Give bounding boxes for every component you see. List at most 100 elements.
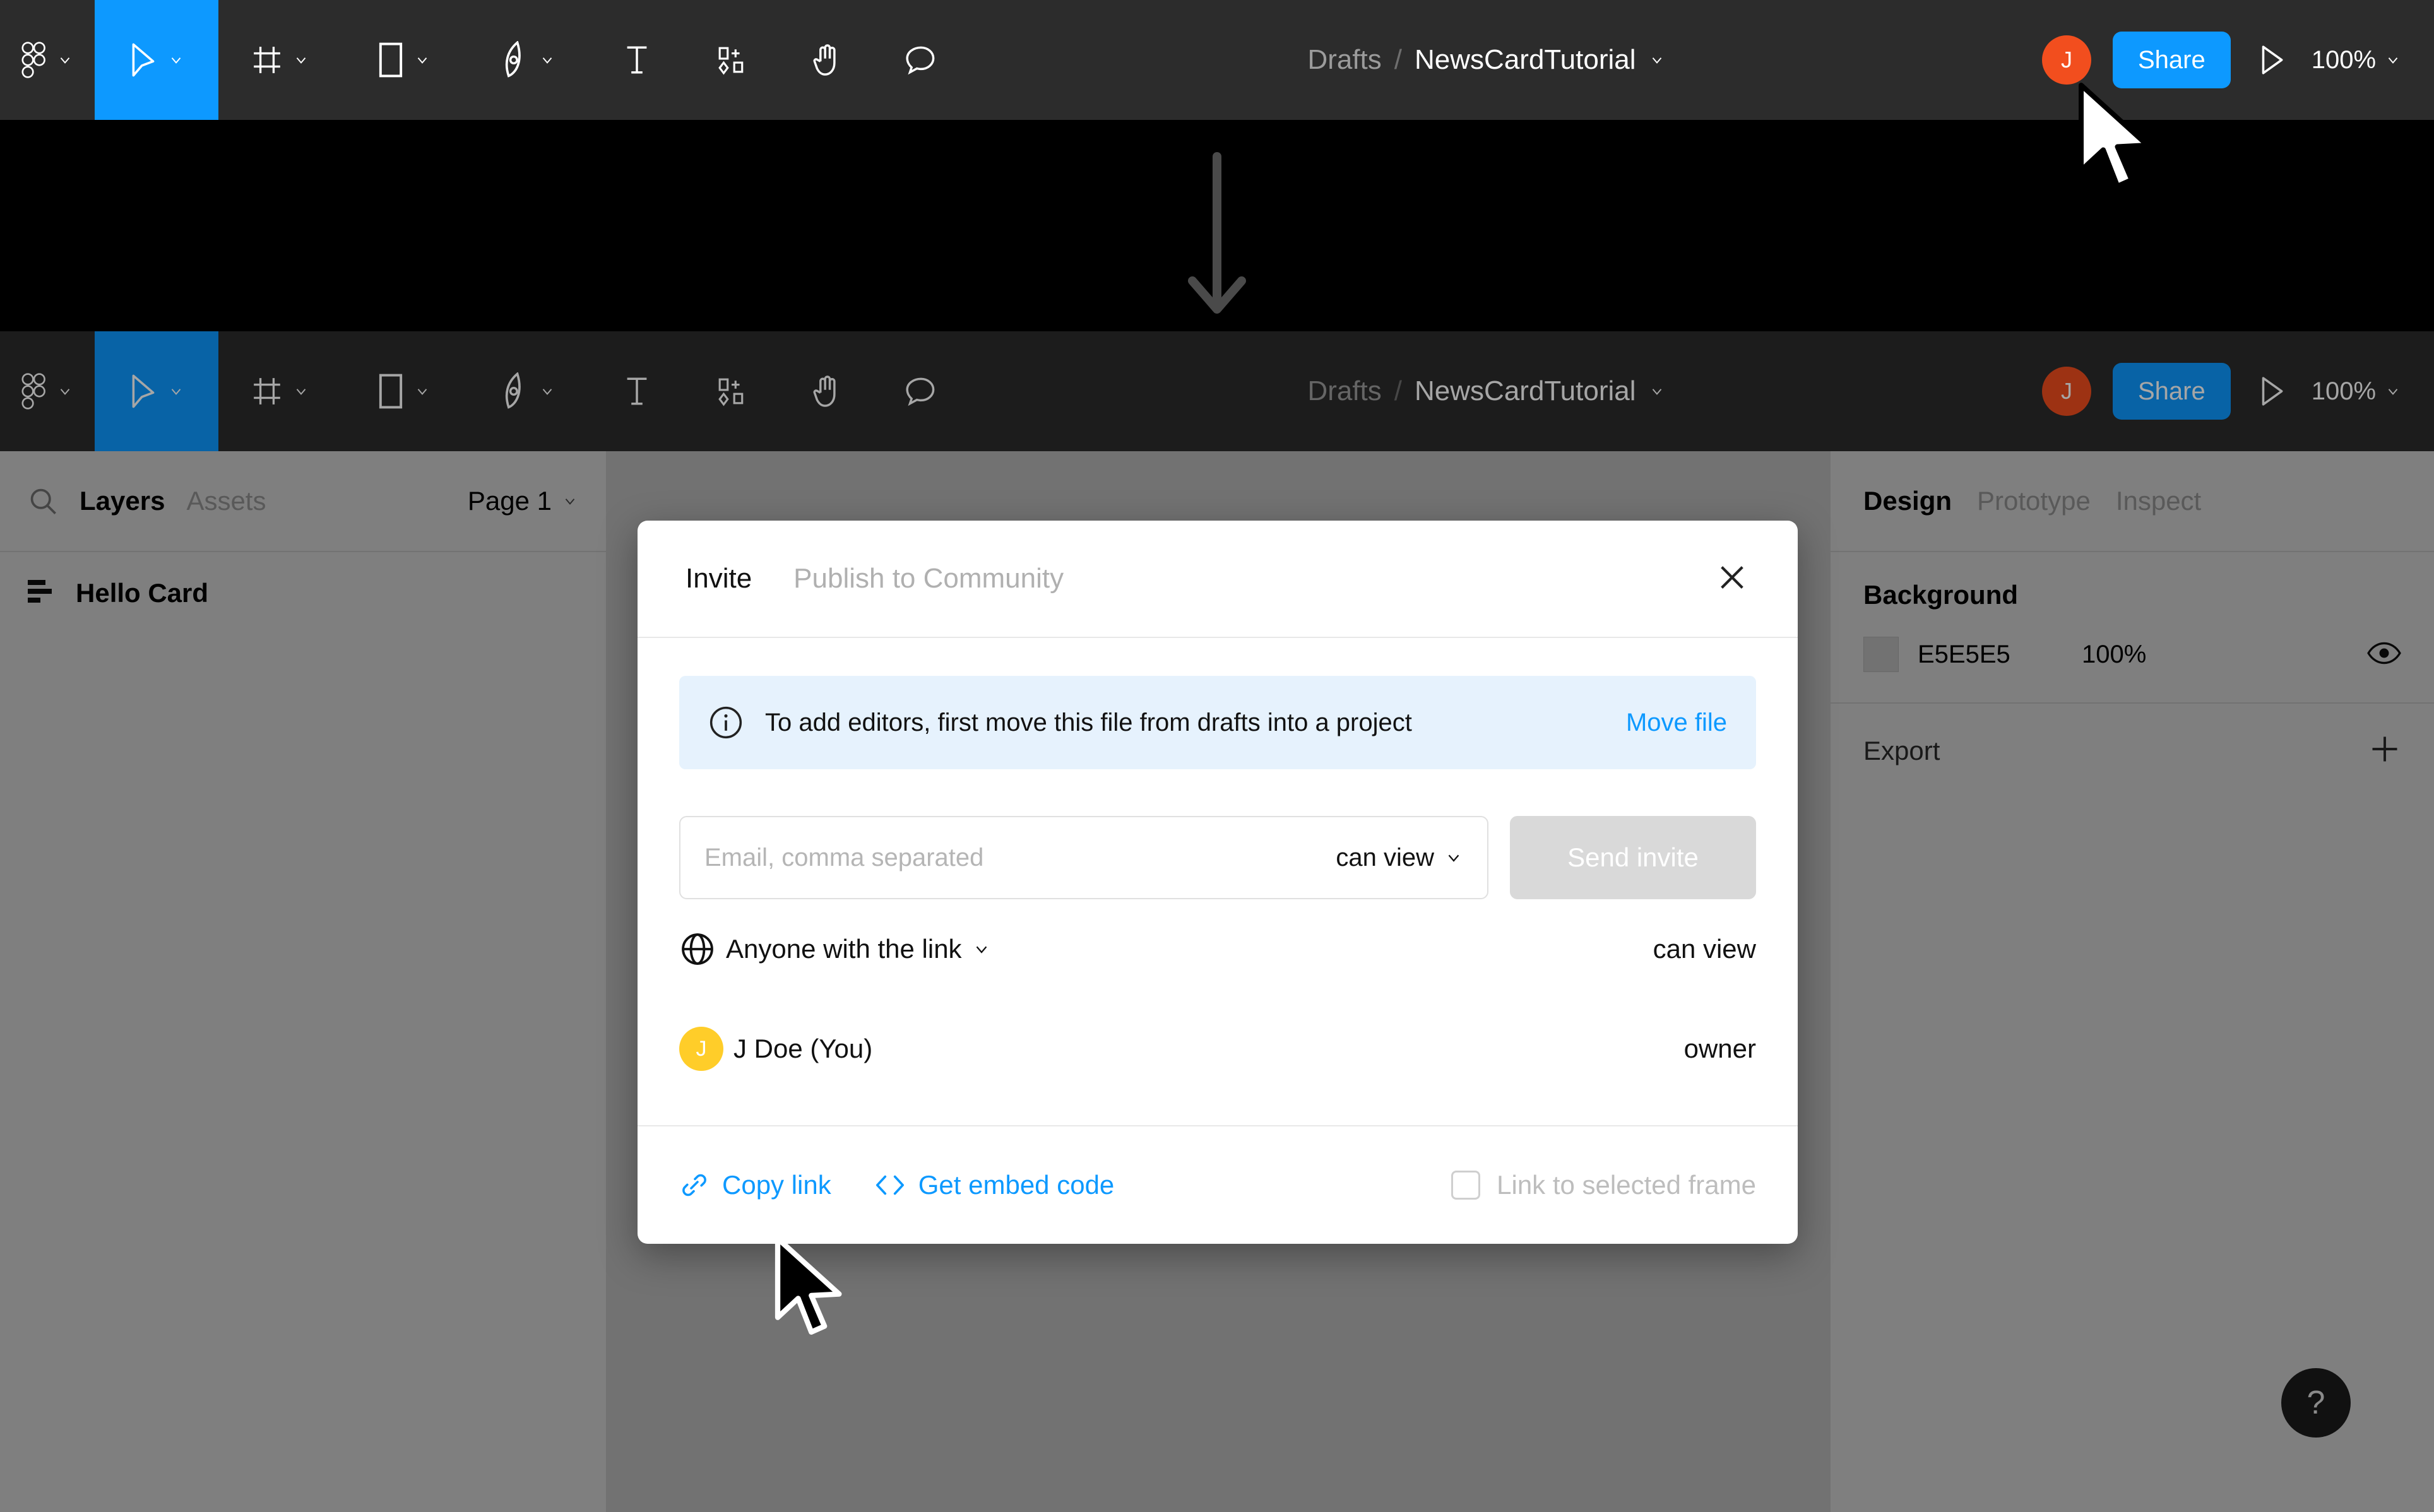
pen-tool-icon [505, 372, 521, 409]
avatar[interactable]: J [2041, 367, 2091, 416]
owner-name: J Doe (You) [733, 1034, 873, 1063]
shape-tool-icon [379, 374, 403, 409]
hand-tool-icon [813, 44, 836, 76]
link-to-selected-frame-checkbox-group[interactable]: Link to selected frame [1451, 1170, 1756, 1200]
help-button[interactable]: ? [2281, 1368, 2351, 1438]
text-tool-icon [627, 46, 647, 74]
globe-icon [682, 933, 713, 965]
owner-role: owner [1683, 1034, 1756, 1063]
invite-row: can view Send invite [679, 816, 1756, 899]
move-tool-button-dim[interactable] [95, 331, 218, 451]
zoom-control[interactable]: 100% [2312, 46, 2401, 74]
email-input-wrapper[interactable]: can view [679, 816, 1488, 899]
chevron-down-icon [60, 57, 70, 64]
info-banner-text: To add editors, first move this file fro… [765, 708, 1412, 736]
share-button-dim[interactable]: Share [2112, 363, 2231, 420]
main-toolbar: Drafts / NewsCardTutorial J Share 100% [0, 0, 2434, 120]
zoom-control-dim[interactable]: 100% [2312, 377, 2401, 406]
frame-tool-icon [254, 378, 280, 405]
pen-tool-button-dim[interactable] [466, 331, 590, 451]
down-arrow-annotation [1188, 152, 1246, 314]
resources-tool-icon [718, 47, 744, 75]
info-icon [709, 706, 742, 739]
frame-tool-button-dim[interactable] [218, 331, 342, 451]
shape-tool-button-dim[interactable] [342, 331, 466, 451]
send-invite-button[interactable]: Send invite [1510, 816, 1756, 899]
chevron-down-icon [1448, 854, 1459, 862]
permission-select-label: can view [1336, 843, 1434, 871]
email-input[interactable] [704, 843, 1336, 872]
resources-tool-button[interactable] [684, 0, 779, 120]
anyone-with-link-group[interactable]: Anyone with the link [679, 931, 991, 967]
share-button[interactable]: Share [2112, 32, 2231, 88]
tab-invite[interactable]: Invite [686, 563, 752, 594]
owner-group: J J Doe (You) [679, 1027, 872, 1071]
comment-tool-button[interactable] [874, 0, 968, 120]
chevron-down-icon [171, 57, 181, 64]
comment-tool-button-dim[interactable] [874, 331, 968, 451]
pen-tool-button[interactable] [466, 0, 590, 120]
move-tool-button[interactable] [95, 0, 218, 120]
get-embed-code-label: Get embed code [918, 1170, 1115, 1200]
breadcrumb-dim: Drafts / NewsCardTutorial [1307, 375, 1665, 407]
figma-logo-icon-button[interactable] [0, 0, 95, 120]
present-button-dim[interactable] [2252, 372, 2290, 410]
chevron-down-icon [60, 389, 70, 395]
avatar: J [679, 1027, 723, 1071]
text-tool-button[interactable] [590, 0, 684, 120]
comment-tool-icon [906, 377, 935, 406]
share-row-anyone-with-link[interactable]: Anyone with the link can view [679, 899, 1756, 999]
zoom-level: 100% [2311, 45, 2377, 74]
figma-app-window: Drafts / NewsCardTutorial J Share 100% D… [0, 0, 2434, 1512]
figma-logo-icon [21, 42, 45, 78]
figma-logo-icon-button-dim[interactable] [0, 331, 95, 451]
pen-tool-icon [505, 41, 521, 78]
chevron-down-icon [296, 57, 306, 64]
avatar[interactable]: J [2041, 35, 2091, 85]
breadcrumb: Drafts / NewsCardTutorial [1307, 44, 1665, 76]
anyone-with-link-label: Anyone with the link [726, 934, 962, 964]
close-icon[interactable] [1714, 560, 1750, 598]
move-tool-icon [132, 43, 155, 77]
chevron-down-icon [2388, 389, 2398, 395]
breadcrumb-project[interactable]: Drafts [1307, 44, 1381, 76]
copy-link-label: Copy link [722, 1170, 831, 1200]
toolbar-right-group-dim: J Share 100% [2041, 363, 2401, 420]
chevron-down-icon [296, 389, 306, 395]
breadcrumb-separator: / [1394, 44, 1403, 75]
chevron-down-icon [417, 57, 427, 64]
shape-tool-button[interactable] [342, 0, 466, 120]
frame-tool-icon [254, 47, 280, 73]
share-modal-body: To add editors, first move this file fro… [638, 638, 1798, 1099]
info-banner: To add editors, first move this file fro… [679, 676, 1756, 769]
present-button[interactable] [2252, 41, 2290, 79]
move-file-link[interactable]: Move file [1626, 709, 1727, 737]
permission-select[interactable]: can view [1336, 844, 1463, 872]
chevron-down-icon[interactable] [1649, 383, 1665, 399]
anyone-with-link-role: can view [1653, 934, 1756, 964]
breadcrumb-file[interactable]: NewsCardTutorial [1415, 44, 1636, 76]
hand-tool-button-dim[interactable] [779, 331, 874, 451]
get-embed-code-button[interactable]: Get embed code [874, 1170, 1115, 1200]
share-row-owner: J J Doe (You) owner [679, 999, 1756, 1099]
copy-link-button[interactable]: Copy link [679, 1170, 831, 1200]
resources-tool-icon [718, 378, 744, 406]
resources-tool-button-dim[interactable] [684, 331, 779, 451]
breadcrumb-file[interactable]: NewsCardTutorial [1415, 375, 1636, 407]
play-icon [2262, 377, 2283, 406]
hand-tool-button[interactable] [779, 0, 874, 120]
tab-publish-to-community[interactable]: Publish to Community [793, 563, 1064, 594]
move-tool-icon [132, 374, 155, 408]
breadcrumb-separator: / [1394, 375, 1403, 406]
chevron-down-icon[interactable] [1649, 52, 1665, 68]
breadcrumb-project[interactable]: Drafts [1307, 375, 1381, 407]
text-tool-button-dim[interactable] [590, 331, 684, 451]
chevron-down-icon [2388, 57, 2398, 64]
frame-tool-button[interactable] [218, 0, 342, 120]
shape-tool-icon [379, 42, 403, 78]
text-tool-icon [627, 377, 647, 405]
play-icon [2262, 45, 2283, 74]
comment-tool-icon [906, 46, 935, 75]
link-icon [682, 1174, 706, 1196]
link-to-selected-frame-checkbox[interactable] [1451, 1171, 1481, 1200]
